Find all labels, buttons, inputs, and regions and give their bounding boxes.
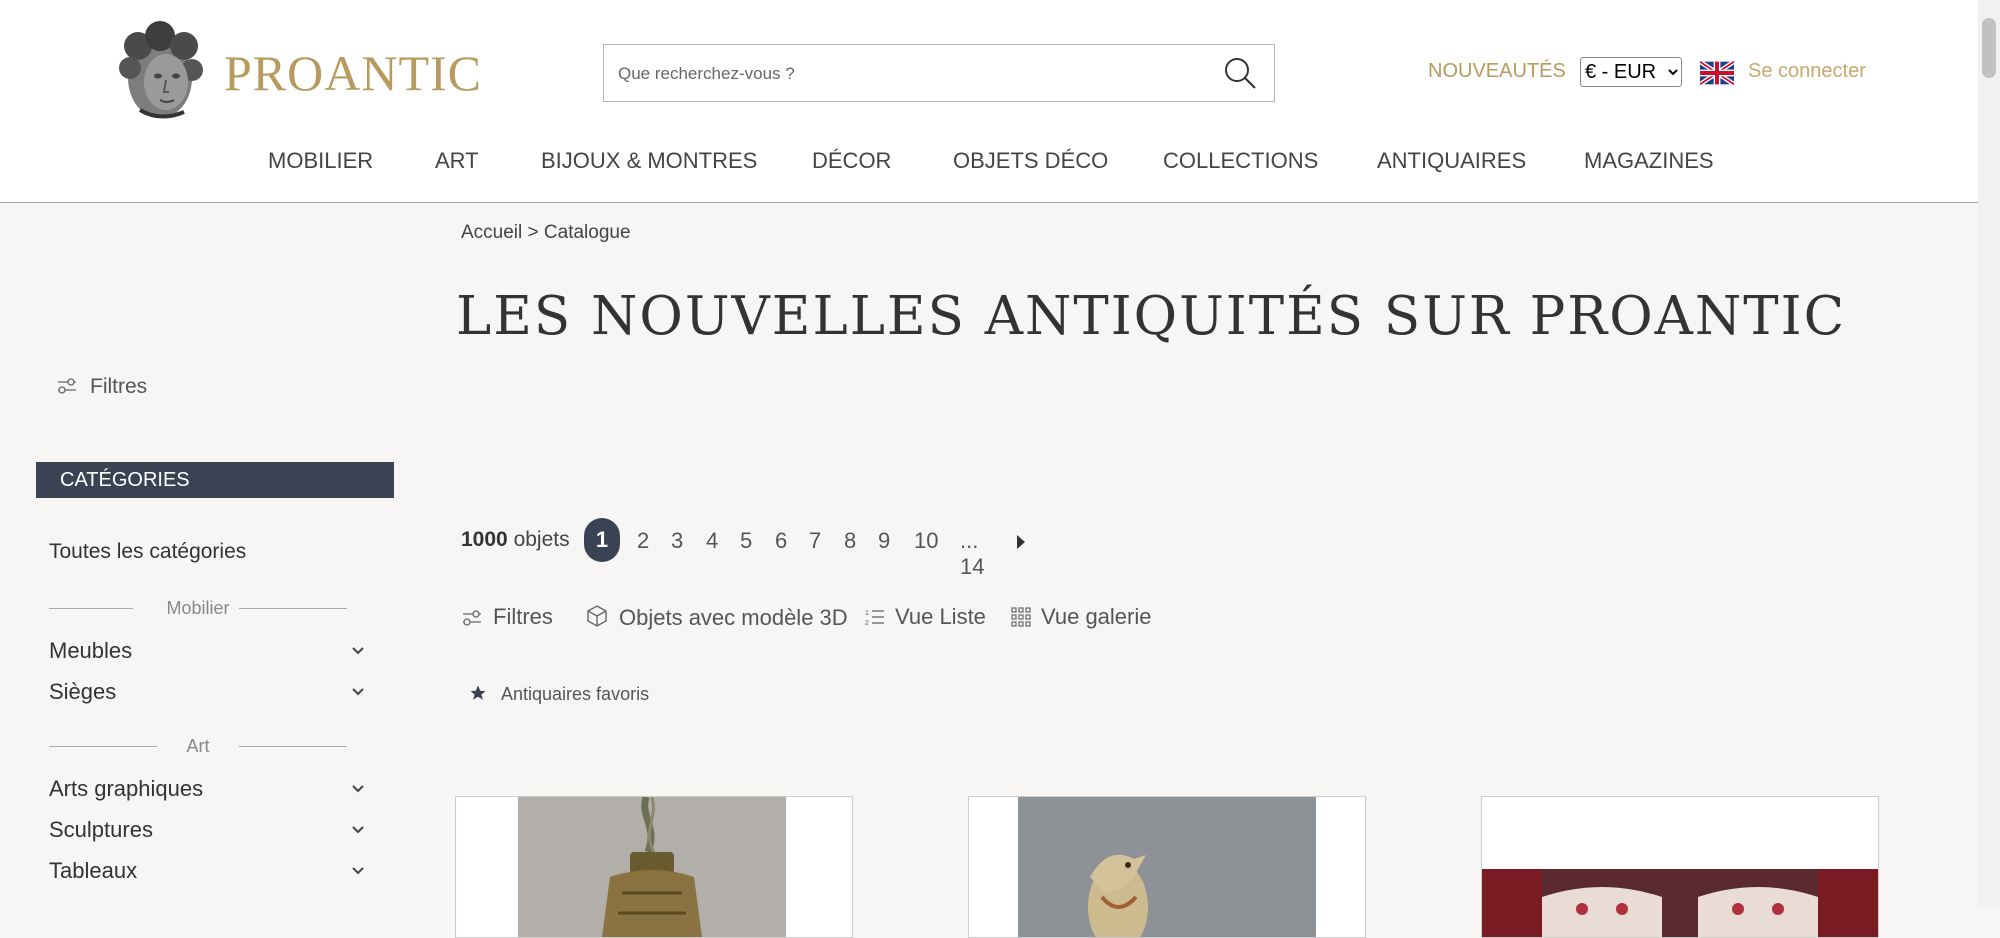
logo-head-icon[interactable] <box>110 20 210 122</box>
page-link[interactable]: 4 <box>706 528 718 554</box>
divider-line <box>239 608 347 609</box>
category-sieges[interactable]: Sièges <box>49 679 365 705</box>
chevron-down-icon <box>352 867 364 875</box>
category-sculptures[interactable]: Sculptures <box>49 817 365 843</box>
toolbar-filters-label: Filtres <box>493 604 553 629</box>
sidebar-filters-label: Filtres <box>90 375 148 398</box>
uk-flag-icon[interactable] <box>1700 61 1734 85</box>
favorite-dealers-label: Antiquaires favoris <box>501 684 650 704</box>
toolbar-list-view-button[interactable]: 1 2 Vue Liste <box>865 604 986 630</box>
product-image-lantern[interactable] <box>518 797 786 937</box>
toolbar-filters-button[interactable]: Filtres <box>461 604 553 630</box>
svg-text:1: 1 <box>865 610 869 617</box>
grid-view-icon <box>1011 607 1031 627</box>
cube-3d-icon <box>587 605 607 627</box>
toolbar-gallery-label: Vue galerie <box>1041 604 1152 629</box>
toolbar-gallery-view-button[interactable]: Vue galerie <box>1011 604 1151 630</box>
search-icon[interactable] <box>1222 55 1258 91</box>
nav-mobilier[interactable]: MOBILIER <box>268 148 373 174</box>
chevron-down-icon <box>352 785 364 793</box>
page-1-active[interactable]: 1 <box>584 518 620 562</box>
category-label: Sièges <box>49 679 117 704</box>
caret-right-icon[interactable] <box>1016 534 1026 550</box>
toolbar-3d-objects-button[interactable]: Objets avec modèle 3D <box>585 604 848 631</box>
chevron-down-icon <box>352 826 364 834</box>
search-box <box>603 44 1275 102</box>
category-label: Arts graphiques <box>49 776 204 801</box>
page-link[interactable]: 6 <box>775 528 787 554</box>
page-link[interactable]: 5 <box>740 528 752 554</box>
sidebar-filters-button[interactable]: Filtres <box>56 375 147 399</box>
star-icon <box>470 685 486 700</box>
group-separator-mobilier: Mobilier <box>49 598 347 618</box>
category-meubles[interactable]: Meubles <box>49 638 365 664</box>
product-card[interactable] <box>1481 796 1879 938</box>
category-tableaux[interactable]: Tableaux <box>49 858 365 884</box>
toolbar-3d-label: Objets avec modèle 3D <box>619 605 848 630</box>
results-count: 1000 objets <box>461 528 570 552</box>
nav-antiquaires[interactable]: ANTIQUAIRES <box>1377 148 1526 174</box>
currency-select[interactable]: € - EUR <box>1580 57 1682 87</box>
product-image-figurine[interactable] <box>1018 797 1316 937</box>
nouveautes-link[interactable]: NOUVEAUTÉS <box>1428 60 1566 83</box>
results-count-suffix: objets <box>513 528 570 551</box>
svg-text:2: 2 <box>865 620 869 627</box>
page-scrollbar[interactable] <box>1978 0 2000 908</box>
all-categories-link[interactable]: Toutes les catégories <box>49 540 246 564</box>
category-label: Sculptures <box>49 817 153 842</box>
page-link[interactable]: 3 <box>671 528 683 554</box>
nav-objets-deco[interactable]: OBJETS DÉCO <box>953 148 1108 174</box>
list-view-icon: 1 2 <box>865 610 884 627</box>
categories-header: CATÉGORIES <box>36 462 394 498</box>
breadcrumb-current[interactable]: Catalogue <box>544 222 631 243</box>
results-count-number: 1000 <box>461 528 508 551</box>
nav-collections[interactable]: COLLECTIONS <box>1163 148 1318 174</box>
breadcrumb-home[interactable]: Accueil <box>461 222 522 243</box>
favorite-dealers-toggle[interactable]: Antiquaires favoris <box>469 684 649 705</box>
page-link[interactable]: 9 <box>878 528 890 554</box>
divider-line <box>239 746 347 747</box>
filter-sliders-icon <box>463 610 481 626</box>
page-link[interactable]: 7 <box>809 528 821 554</box>
product-card[interactable] <box>968 796 1366 938</box>
page-link-last[interactable]: ... 14 <box>960 528 984 580</box>
site-header: PROANTIC NOUVEAUTÉS € - EUR Se connecter… <box>0 0 1978 203</box>
page-link[interactable]: 8 <box>844 528 856 554</box>
product-image-armchairs[interactable] <box>1482 797 1878 937</box>
breadcrumb-separator: > <box>522 222 544 243</box>
page-link[interactable]: 10 <box>914 528 938 554</box>
login-link[interactable]: Se connecter <box>1748 60 1866 83</box>
nav-bijoux-montres[interactable]: BIJOUX & MONTRES <box>541 148 757 174</box>
nav-magazines[interactable]: MAGAZINES <box>1584 148 1714 174</box>
product-card[interactable] <box>455 796 853 938</box>
brand-name[interactable]: PROANTIC <box>224 44 482 102</box>
category-label: Meubles <box>49 638 133 663</box>
category-label: Tableaux <box>49 858 138 883</box>
group-separator-art: Art <box>49 736 347 756</box>
main-nav: MOBILIER ART BIJOUX & MONTRES DÉCOR OBJE… <box>0 148 1978 178</box>
nav-decor[interactable]: DÉCOR <box>812 148 891 174</box>
filter-sliders-icon <box>58 378 76 394</box>
search-input[interactable] <box>616 57 1200 91</box>
page-link[interactable]: 2 <box>637 528 649 554</box>
category-arts-graphiques[interactable]: Arts graphiques <box>49 776 365 802</box>
toolbar-list-label: Vue Liste <box>895 604 986 629</box>
breadcrumb: Accueil > Catalogue <box>461 222 631 244</box>
nav-art[interactable]: ART <box>435 148 479 174</box>
page-title: LES NOUVELLES ANTIQUITÉS SUR PROANTIC <box>456 286 1847 347</box>
scrollbar-thumb[interactable] <box>1982 18 1996 78</box>
chevron-down-icon <box>352 647 364 655</box>
chevron-down-icon <box>352 688 364 696</box>
